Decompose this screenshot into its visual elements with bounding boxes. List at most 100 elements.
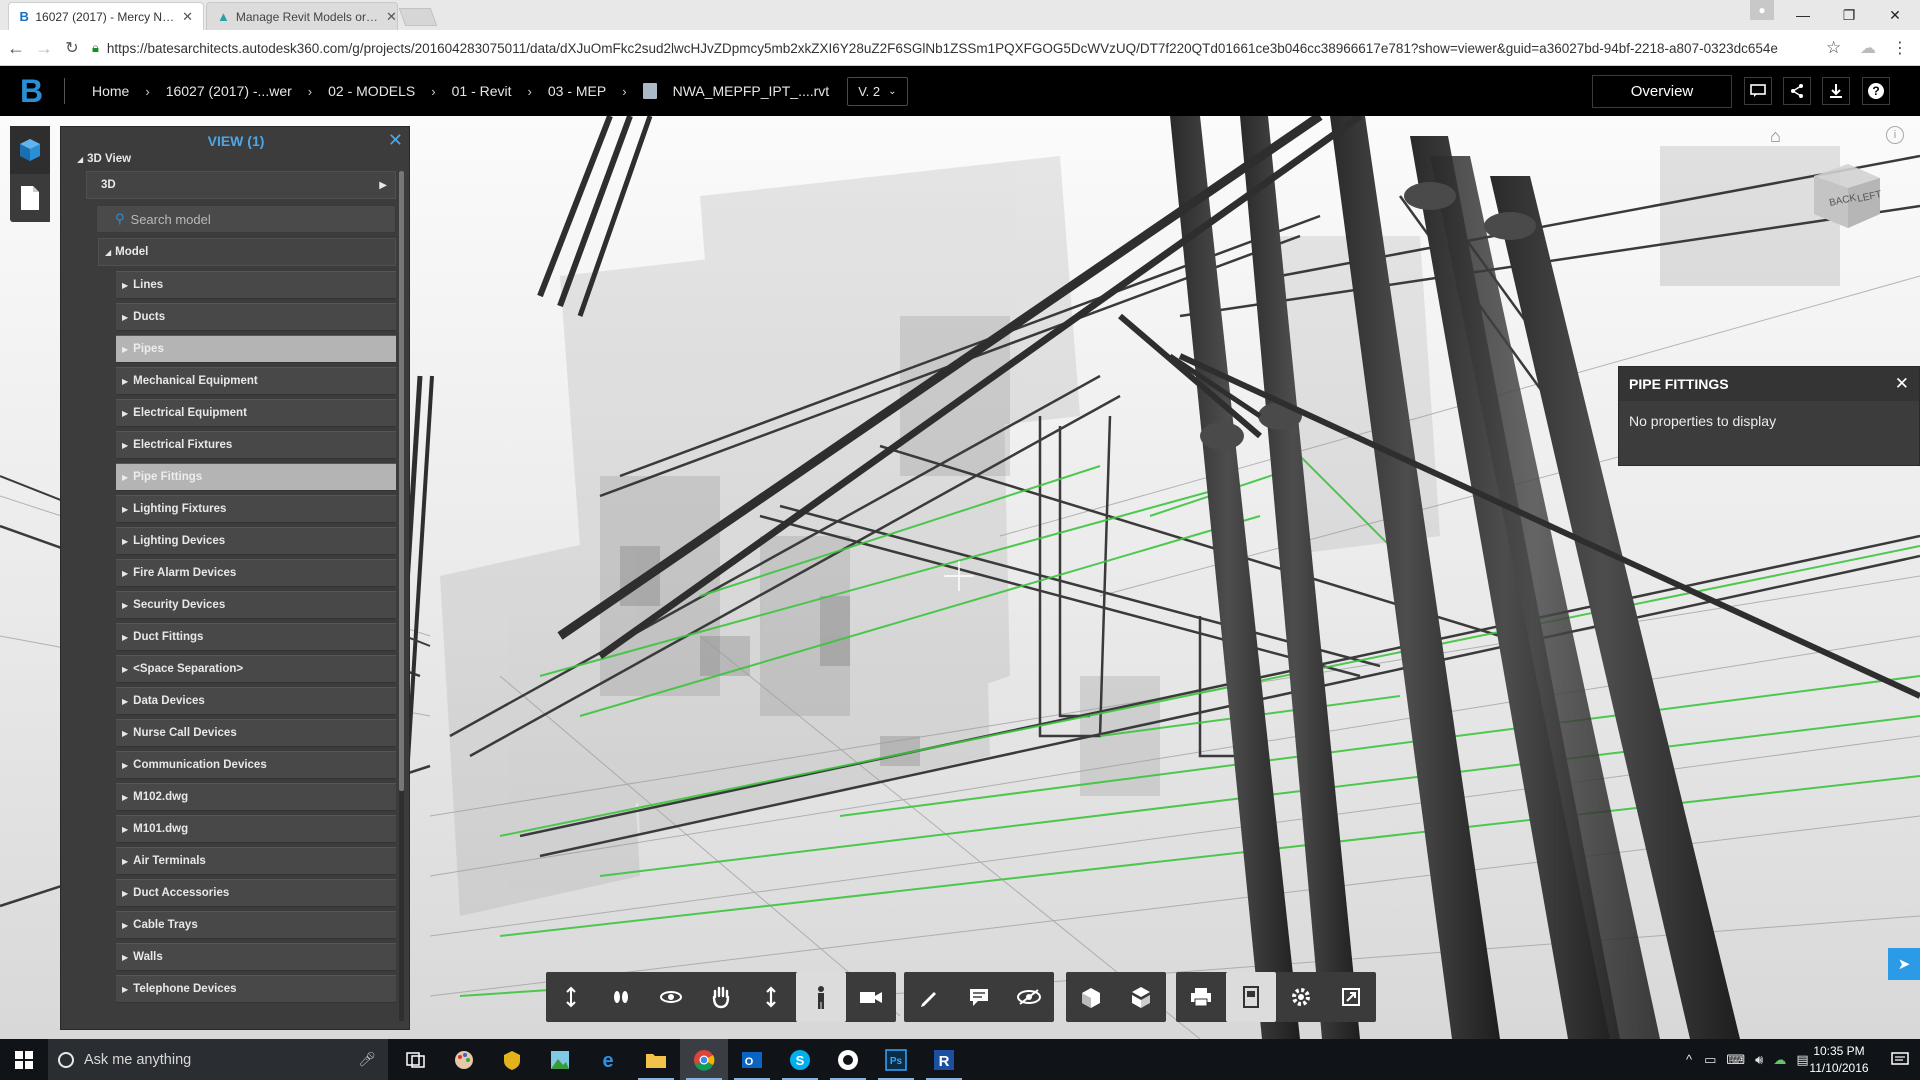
category-space-separation[interactable]: ▶ <Space Separation> bbox=[116, 655, 396, 683]
comment-icon[interactable] bbox=[954, 972, 1004, 1022]
category-pipe-fittings[interactable]: ▶ Pipe Fittings bbox=[116, 463, 396, 491]
back-icon[interactable]: ← bbox=[4, 36, 28, 60]
explode-icon[interactable] bbox=[1066, 972, 1116, 1022]
category-security-devices[interactable]: ▶ Security Devices bbox=[116, 591, 396, 619]
category-pipes[interactable]: ▶ Pipes bbox=[116, 335, 396, 363]
start-button[interactable] bbox=[0, 1039, 48, 1080]
scrollbar-thumb[interactable] bbox=[399, 171, 404, 791]
new-tab-button[interactable] bbox=[398, 8, 438, 26]
microphone-icon[interactable]: 🎤︎ bbox=[358, 1051, 376, 1068]
photo-app-icon[interactable] bbox=[536, 1039, 584, 1080]
category-electrical-equipment[interactable]: ▶ Electrical Equipment bbox=[116, 399, 396, 427]
edge-browser-icon[interactable]: e bbox=[584, 1039, 632, 1080]
orbit-tool-icon[interactable] bbox=[546, 972, 596, 1022]
camera-icon[interactable] bbox=[846, 972, 896, 1022]
category-lines[interactable]: ▶ Lines bbox=[116, 271, 396, 299]
forward-icon[interactable]: → bbox=[32, 36, 56, 60]
security-app-icon[interactable] bbox=[488, 1039, 536, 1080]
bookmark-star-icon[interactable]: ☆ bbox=[1826, 38, 1841, 58]
category-air-terminals[interactable]: ▶ Air Terminals bbox=[116, 847, 396, 875]
close-window-icon[interactable]: ✕ bbox=[1872, 0, 1918, 30]
model-viewer-canvas[interactable]: VIEW (1) ✕ ◢ 3D View 3D ▶ ⚲ Search model… bbox=[0, 116, 1920, 1039]
overview-button[interactable]: Overview bbox=[1592, 75, 1732, 108]
category-electrical-fixtures[interactable]: ▶ Electrical Fixtures bbox=[116, 431, 396, 459]
section-icon[interactable] bbox=[1116, 972, 1166, 1022]
browser-tab[interactable]: ▲ Manage Revit Models or… ✕ bbox=[206, 2, 398, 30]
first-person-icon[interactable] bbox=[796, 972, 846, 1022]
photoshop-app-icon[interactable]: Ps bbox=[872, 1039, 920, 1080]
print-icon[interactable] bbox=[1176, 972, 1226, 1022]
info-icon[interactable]: i bbox=[1886, 126, 1904, 144]
file-explorer-icon[interactable] bbox=[632, 1039, 680, 1080]
markup-icon[interactable] bbox=[904, 972, 954, 1022]
task-view-icon[interactable] bbox=[392, 1039, 440, 1080]
search-model-input[interactable]: ⚲ Search model bbox=[96, 205, 396, 233]
breadcrumb-file[interactable]: NWA_MEPFP_IPT_....rvt bbox=[673, 83, 830, 99]
breadcrumb-folder[interactable]: 02 - MODELS bbox=[328, 83, 415, 99]
show-hidden-icons-icon[interactable]: ^ bbox=[1686, 1052, 1692, 1067]
onedrive-icon[interactable]: ☁ bbox=[1773, 1052, 1786, 1068]
category-data-devices[interactable]: ▶ Data Devices bbox=[116, 687, 396, 715]
outlook-app-icon[interactable]: O bbox=[728, 1039, 776, 1080]
view-group-header[interactable]: ◢ 3D View bbox=[77, 149, 131, 169]
category-ducts[interactable]: ▶ Ducts bbox=[116, 303, 396, 331]
visibility-icon[interactable] bbox=[1004, 972, 1054, 1022]
spin-tool-icon[interactable] bbox=[646, 972, 696, 1022]
extension-icon[interactable]: ☁ bbox=[1860, 38, 1876, 58]
comments-icon[interactable] bbox=[1744, 77, 1772, 105]
category-lighting-fixtures[interactable]: ▶ Lighting Fixtures bbox=[116, 495, 396, 523]
zoom-tool-icon[interactable] bbox=[746, 972, 796, 1022]
url-field[interactable]: 🔒︎ https://batesarchitects.autodesk360.c… bbox=[92, 35, 1852, 61]
share-icon[interactable] bbox=[1783, 77, 1811, 105]
browser-menu-icon[interactable]: ⋮ bbox=[1892, 38, 1908, 58]
volume-icon[interactable]: 🔊︎ bbox=[1755, 1052, 1763, 1068]
breadcrumb-folder[interactable]: 03 - MEP bbox=[548, 83, 606, 99]
help-icon[interactable]: ? bbox=[1862, 77, 1890, 105]
reload-icon[interactable]: ↻ bbox=[60, 36, 84, 60]
viewcube[interactable]: BACK LEFT bbox=[1808, 156, 1884, 232]
chrome-browser-icon[interactable] bbox=[680, 1039, 728, 1080]
model-browser-tab[interactable] bbox=[10, 126, 50, 174]
close-properties-icon[interactable]: ✕ bbox=[1895, 374, 1909, 394]
fullscreen-icon[interactable] bbox=[1326, 972, 1376, 1022]
restore-icon[interactable]: ❐ bbox=[1826, 0, 1872, 30]
version-dropdown[interactable]: V. 2 ⌄ bbox=[847, 76, 908, 106]
settings-icon[interactable] bbox=[1276, 972, 1326, 1022]
revit-app-icon[interactable]: R bbox=[920, 1039, 968, 1080]
download-icon[interactable] bbox=[1822, 77, 1850, 105]
wifi-icon[interactable]: ⌨ bbox=[1726, 1052, 1745, 1068]
category-lighting-devices[interactable]: ▶ Lighting Devices bbox=[116, 527, 396, 555]
close-panel-icon[interactable]: ✕ bbox=[388, 130, 403, 151]
app-icon[interactable] bbox=[824, 1039, 872, 1080]
paint-app-icon[interactable] bbox=[440, 1039, 488, 1080]
category-cable-trays[interactable]: ▶ Cable Trays bbox=[116, 911, 396, 939]
action-center-icon[interactable] bbox=[1880, 1039, 1920, 1080]
model-root-node[interactable]: ◢ Model bbox=[98, 238, 396, 266]
home-view-icon[interactable]: ⌂ bbox=[1770, 126, 1781, 147]
network-icon[interactable]: ▭ bbox=[1704, 1052, 1716, 1068]
profile-icon[interactable]: ● bbox=[1750, 0, 1774, 20]
category-duct-fittings[interactable]: ▶ Duct Fittings bbox=[116, 623, 396, 651]
category-telephone-devices[interactable]: ▶ Telephone Devices bbox=[116, 975, 396, 1003]
minimize-icon[interactable]: — bbox=[1780, 0, 1826, 30]
bim360-logo[interactable]: B bbox=[20, 75, 48, 107]
skype-app-icon[interactable]: S bbox=[776, 1039, 824, 1080]
taskbar-clock[interactable]: 10:35 PM 11/10/2016 bbox=[1798, 1041, 1880, 1079]
breadcrumb-home[interactable]: Home bbox=[92, 83, 129, 99]
browser-tab-active[interactable]: B 16027 (2017) - Mercy N… ✕ bbox=[8, 2, 204, 30]
close-tab-icon[interactable]: ✕ bbox=[174, 9, 193, 25]
category-duct-accessories[interactable]: ▶ Duct Accessories bbox=[116, 879, 396, 907]
breadcrumb-project[interactable]: 16027 (2017) -...wer bbox=[166, 83, 292, 99]
category-walls[interactable]: ▶ Walls bbox=[116, 943, 396, 971]
category-nurse-call-devices[interactable]: ▶ Nurse Call Devices bbox=[116, 719, 396, 747]
category-communication-devices[interactable]: ▶ Communication Devices bbox=[116, 751, 396, 779]
category-mechanical-equipment[interactable]: ▶ Mechanical Equipment bbox=[116, 367, 396, 395]
sheets-tab[interactable] bbox=[10, 174, 50, 222]
breadcrumb-folder[interactable]: 01 - Revit bbox=[452, 83, 512, 99]
view-item-3d[interactable]: 3D ▶ bbox=[86, 171, 396, 199]
category-m102-dwg[interactable]: ▶ M102.dwg bbox=[116, 783, 396, 811]
pan-tool-icon[interactable] bbox=[696, 972, 746, 1022]
close-tab-icon[interactable]: ✕ bbox=[378, 9, 397, 25]
cortana-search-box[interactable]: Ask me anything 🎤︎ bbox=[48, 1039, 388, 1080]
category-m101-dwg[interactable]: ▶ M101.dwg bbox=[116, 815, 396, 843]
